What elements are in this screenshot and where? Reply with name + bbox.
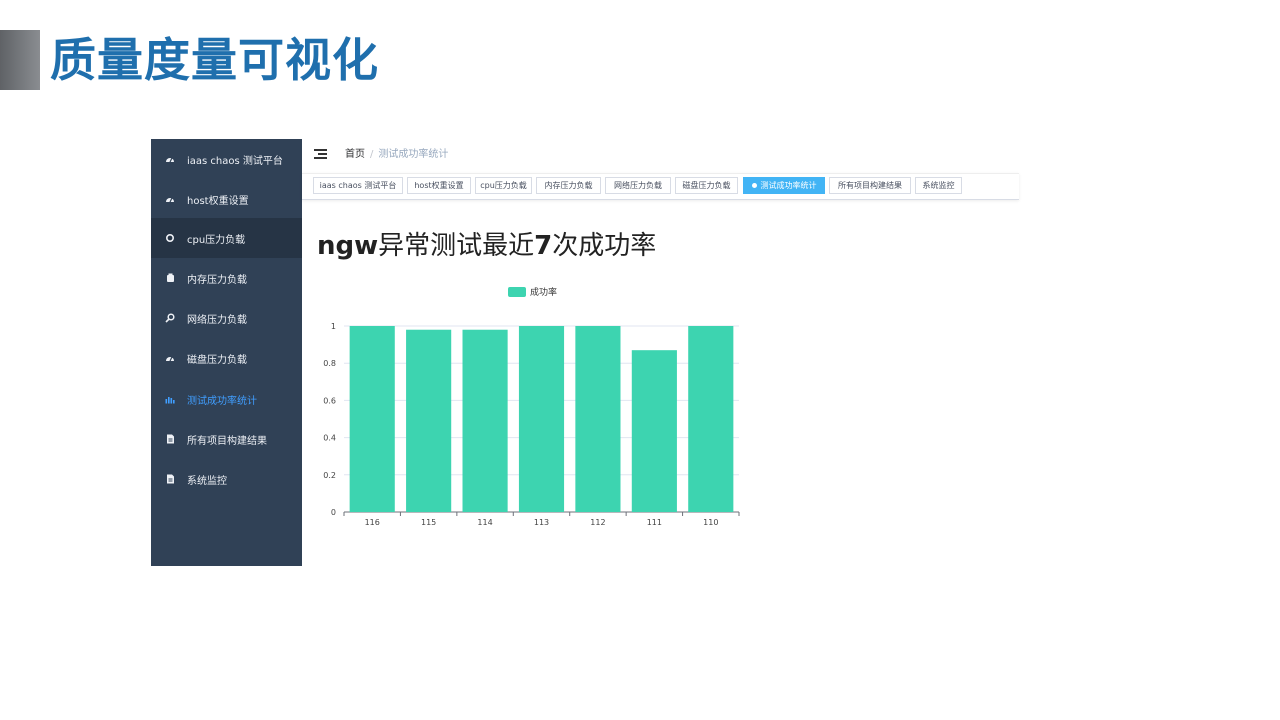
breadcrumb: 首页 / 测试成功率统计	[345, 148, 448, 162]
chart-title-mid: 异常测试最近	[378, 231, 535, 261]
x-tick-label: 115	[421, 518, 436, 527]
sidebar-item-label: iaas chaos 测试平台	[187, 155, 283, 167]
bar	[349, 326, 395, 512]
y-tick-label: 1	[331, 322, 336, 331]
bar	[406, 329, 452, 512]
sidebar-item-cpu-load[interactable]: cpu压力负载	[151, 218, 302, 258]
breadcrumb-home[interactable]: 首页	[345, 149, 365, 160]
tag-network-load[interactable]: 网络压力负载	[605, 177, 671, 194]
tag-host-weight[interactable]: host权重设置	[407, 177, 471, 194]
tag-memory-load[interactable]: 内存压力负载	[536, 177, 601, 194]
sidebar-item-label: 所有项目构建结果	[187, 435, 267, 447]
tag-cpu-load[interactable]: cpu压力负载	[475, 177, 532, 194]
sidebar-item-label: host权重设置	[187, 195, 249, 207]
dashboard-icon	[165, 154, 175, 164]
chart-title-number: 7	[534, 231, 553, 261]
sidebar-item-label: cpu压力负载	[187, 234, 246, 246]
tag-iaas-chaos[interactable]: iaas chaos 测试平台	[313, 177, 403, 194]
bar	[462, 329, 508, 512]
x-tick-label: 111	[647, 518, 662, 527]
breadcrumb-separator: /	[370, 149, 374, 160]
tag-build-results[interactable]: 所有项目构建结果	[829, 177, 911, 194]
main-content: 首页 / 测试成功率统计 iaas chaos 测试平台 host权重设置 cpu压…	[302, 139, 1019, 566]
sidebar-item-network-load[interactable]: 网络压力负载	[151, 298, 302, 338]
y-tick-label: 0	[331, 508, 336, 517]
bar-chart-icon	[165, 394, 175, 404]
sidebar-item-label: 内存压力负载	[187, 274, 247, 286]
sidebar-item-label: 磁盘压力负载	[187, 354, 247, 366]
tags-view-bar: iaas chaos 测试平台 host权重设置 cpu压力负载 内存压力负载 …	[302, 173, 1019, 200]
navbar: 首页 / 测试成功率统计	[302, 139, 1019, 172]
breadcrumb-current: 测试成功率统计	[378, 149, 449, 160]
chart-title: ngw异常测试最近7次成功率	[317, 229, 656, 263]
bar	[575, 326, 621, 512]
tag-disk-load[interactable]: 磁盘压力负载	[675, 177, 738, 194]
active-dot-icon	[751, 183, 757, 188]
x-tick-label: 113	[534, 518, 549, 527]
chart-title-prefix: ngw	[317, 231, 379, 261]
tag-label: 测试成功率统计	[760, 181, 817, 190]
bar	[631, 350, 677, 512]
dashboard-icon	[165, 353, 175, 363]
y-tick-label: 0.6	[323, 396, 336, 405]
y-tick-label: 0.2	[323, 471, 336, 480]
title-accent-bar	[0, 30, 40, 90]
sidebar: iaas chaos 测试平台 host权重设置 cpu压力负载 内存压力负载 …	[151, 139, 302, 566]
sidebar-item-label: 网络压力负载	[187, 314, 247, 326]
slide-title: 质量度量可视化	[50, 33, 379, 87]
sidebar-item-success-rate[interactable]: 测试成功率统计	[151, 379, 302, 419]
tag-success-rate[interactable]: 测试成功率统计	[743, 177, 825, 194]
x-tick-label: 116	[365, 518, 380, 527]
sidebar-item-build-results[interactable]: 所有项目构建结果	[151, 419, 302, 459]
sidebar-item-label: 系统监控	[187, 475, 227, 487]
legend-label: 成功率	[530, 286, 557, 298]
x-tick-label: 112	[590, 518, 605, 527]
document-icon	[165, 474, 175, 484]
sidebar-item-memory-load[interactable]: 内存压力负载	[151, 258, 302, 298]
document-icon	[165, 434, 175, 444]
gear-icon	[165, 233, 175, 243]
sidebar-item-label: 测试成功率统计	[187, 395, 257, 407]
y-tick-label: 0.8	[323, 359, 336, 368]
legend-swatch	[508, 287, 526, 297]
tag-system-monitor[interactable]: 系统监控	[915, 177, 962, 194]
sidebar-item-disk-load[interactable]: 磁盘压力负载	[151, 338, 302, 378]
dashboard-icon	[165, 194, 175, 204]
x-tick-label: 110	[703, 518, 718, 527]
sidebar-item-iaas-chaos[interactable]: iaas chaos 测试平台	[151, 139, 302, 179]
hamburger-icon[interactable]	[314, 149, 327, 160]
x-tick-label: 114	[477, 518, 492, 527]
y-tick-label: 0.4	[323, 434, 336, 443]
bar-chart: 成功率 0 0.2 0.4 0.6 0.8 1 116 115 114 113 112 111 110	[323, 286, 740, 527]
app-window: iaas chaos 测试平台 host权重设置 cpu压力负载 内存压力负载 …	[151, 139, 1019, 566]
sidebar-item-host-weight[interactable]: host权重设置	[151, 179, 302, 219]
bar	[688, 326, 734, 512]
bar	[518, 326, 565, 512]
search-icon	[165, 313, 175, 323]
memory-icon	[165, 273, 175, 283]
sidebar-item-system-monitor[interactable]: 系统监控	[151, 459, 302, 499]
chart-title-suffix: 次成功率	[552, 231, 657, 261]
